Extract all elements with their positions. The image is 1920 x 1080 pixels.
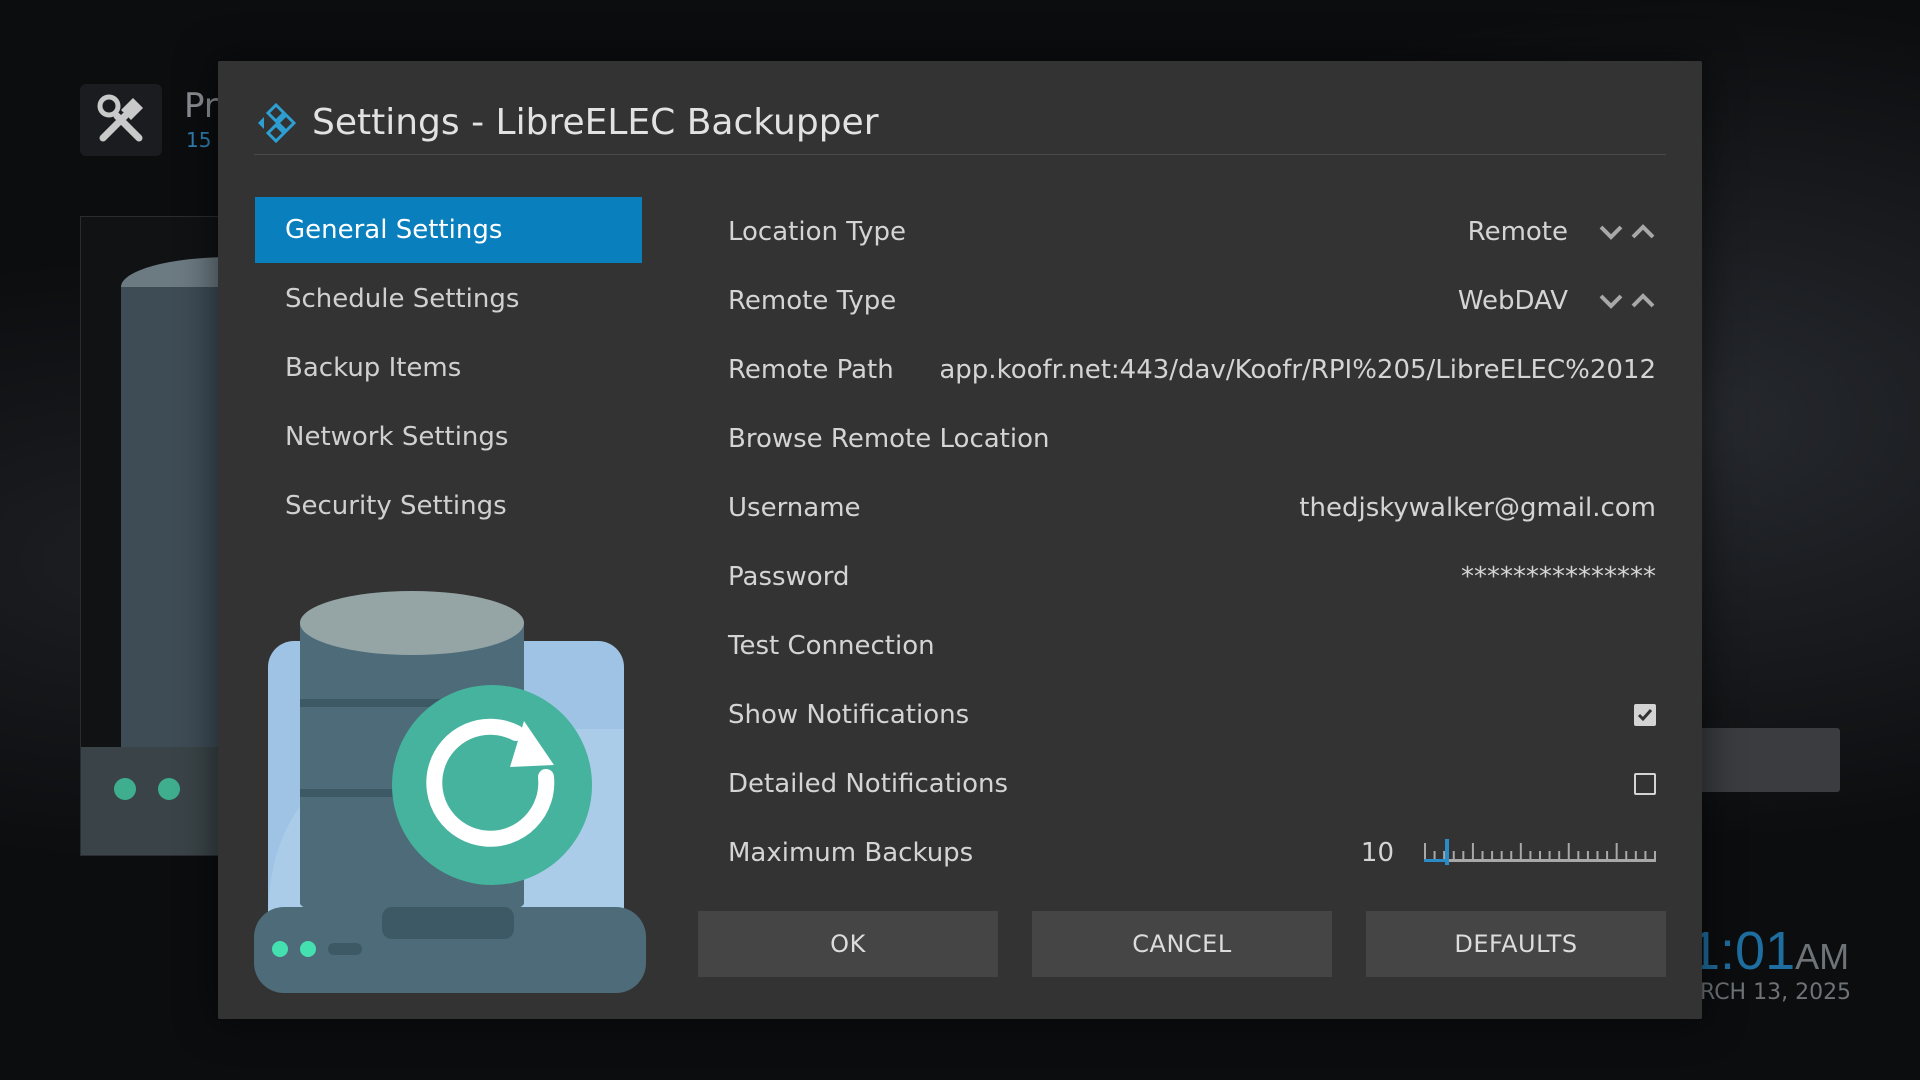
setting-label: Test Connection xyxy=(728,630,935,661)
chevron-down-icon[interactable] xyxy=(1598,288,1624,314)
dialog-header: Settings - LibreELEC Backupper xyxy=(254,91,1666,155)
category-general-settings[interactable]: General Settings xyxy=(255,197,642,263)
category-network-settings[interactable]: Network Settings xyxy=(255,404,642,470)
setting-label: Maximum Backups xyxy=(728,837,974,868)
defaults-button[interactable]: DEFAULTS xyxy=(1366,911,1666,977)
setting-label: Username xyxy=(728,492,861,523)
setting-value-wrap: WebDAV xyxy=(1458,286,1656,316)
cancel-button[interactable]: CANCEL xyxy=(1032,911,1332,977)
background-addon-title: Pr xyxy=(184,86,218,126)
category-schedule-settings[interactable]: Schedule Settings xyxy=(255,266,642,332)
database-backup-icon xyxy=(254,591,646,993)
maximum-backups-control: 10 xyxy=(1361,838,1656,868)
background-poster xyxy=(80,216,240,856)
dialog-buttons: OK CANCEL DEFAULTS xyxy=(698,911,1666,977)
ok-button[interactable]: OK xyxy=(698,911,998,977)
clock-time: 1:01 xyxy=(1690,921,1796,981)
setting-remote-path[interactable]: Remote Path app.koofr.net:443/dav/Koofr/… xyxy=(728,335,1656,404)
setting-label: Location Type xyxy=(728,216,906,247)
setting-maximum-backups[interactable]: Maximum Backups 10 xyxy=(728,818,1656,887)
category-backup-items[interactable]: Backup Items xyxy=(255,335,642,401)
checkmark-icon xyxy=(1637,708,1653,721)
spinner-arrows xyxy=(1598,219,1656,245)
setting-test-connection[interactable]: Test Connection xyxy=(728,611,1656,680)
setting-remote-type[interactable]: Remote Type WebDAV xyxy=(728,266,1656,335)
setting-label: Show Notifications xyxy=(728,699,970,730)
background-addon-subtitle: 15 xyxy=(186,128,212,152)
slider-track xyxy=(1424,858,1656,862)
chevron-up-icon[interactable] xyxy=(1630,219,1656,245)
settings-dialog: Settings - LibreELEC Backupper General S… xyxy=(218,61,1702,1019)
setting-label: Browse Remote Location xyxy=(728,423,1050,454)
setting-label: Password xyxy=(728,561,850,592)
setting-detailed-notifications[interactable]: Detailed Notifications xyxy=(728,749,1656,818)
slider-knob[interactable] xyxy=(1445,838,1449,865)
clock-ampm: AM xyxy=(1795,936,1850,977)
setting-username[interactable]: Username thedjskywalker@gmail.com xyxy=(728,473,1656,542)
setting-label: Detailed Notifications xyxy=(728,768,1009,799)
chevron-down-icon[interactable] xyxy=(1598,219,1624,245)
setting-browse-remote-location[interactable]: Browse Remote Location xyxy=(728,404,1656,473)
setting-show-notifications[interactable]: Show Notifications xyxy=(728,680,1656,749)
setting-value: thedjskywalker@gmail.com xyxy=(1299,492,1656,523)
clock: 1:01AM xyxy=(1690,920,1849,982)
category-list: General Settings Schedule Settings Backu… xyxy=(255,197,642,542)
tools-icon xyxy=(97,94,143,142)
setting-location-type[interactable]: Location Type Remote xyxy=(728,197,1656,266)
chevron-up-icon[interactable] xyxy=(1630,288,1656,314)
settings-list: Location Type Remote Remote Type WebDAV … xyxy=(728,197,1656,887)
setting-value-wrap: Remote xyxy=(1468,217,1656,247)
setting-value: WebDAV xyxy=(1457,285,1568,316)
detailed-notifications-checkbox[interactable] xyxy=(1634,772,1656,795)
setting-value: 10 xyxy=(1360,837,1394,868)
slider-fill xyxy=(1424,858,1447,862)
category-security-settings[interactable]: Security Settings xyxy=(255,473,642,539)
setting-value: *************** xyxy=(1461,561,1656,592)
setting-password[interactable]: Password *************** xyxy=(728,542,1656,611)
spinner-arrows xyxy=(1598,288,1656,314)
setting-value: app.koofr.net:443/dav/Koofr/RPI%205/Libr… xyxy=(939,354,1656,385)
maximum-backups-slider[interactable] xyxy=(1424,838,1656,865)
background-button xyxy=(1680,728,1840,792)
clock-date: RCH 13, 2025 xyxy=(1700,980,1852,1005)
setting-label: Remote Type xyxy=(728,285,897,316)
setting-label: Remote Path xyxy=(728,354,894,385)
dialog-title: Settings - LibreELEC Backupper xyxy=(312,102,879,143)
kodi-diamond-icon xyxy=(258,102,297,143)
addon-tile xyxy=(80,84,162,156)
show-notifications-checkbox[interactable] xyxy=(1634,703,1656,726)
setting-value: Remote xyxy=(1467,216,1568,247)
